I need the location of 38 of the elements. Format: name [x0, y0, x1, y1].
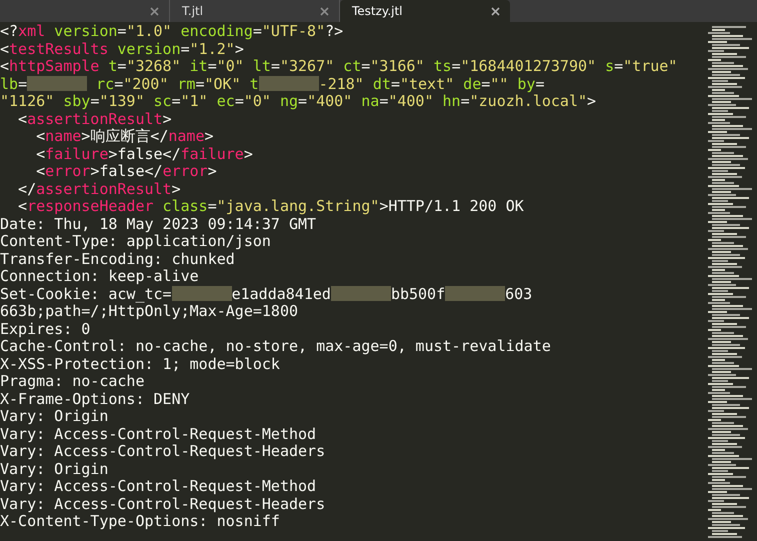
code-line: Vary: Origin	[0, 460, 108, 478]
code-line: Pragma: no-cache	[0, 373, 144, 390]
code-line: Vary: Access-Control-Request-Method	[0, 478, 316, 496]
code-line: 663b;path=/;HttpOnly;Max-Age=1800	[0, 303, 298, 320]
redacted-block	[330, 286, 391, 300]
close-icon[interactable]	[491, 6, 500, 16]
code-line: </assertionResult>	[17, 180, 181, 198]
redacted-block	[258, 76, 319, 90]
code-line: Vary: Access-Control-Request-Headers	[0, 496, 326, 513]
close-icon[interactable]	[150, 6, 159, 16]
redacted-block	[172, 286, 232, 300]
code-line: Date: Thu, 18 May 2023 09:14:37 GMT	[0, 216, 316, 233]
code-line: Expires: 0	[0, 320, 90, 338]
code-line: Content-Type: application/json	[0, 233, 271, 250]
code-line: lb= rc="200" rm="OK" t -218" dt="text" de="" by=	[0, 76, 544, 93]
code-line: <error>false</error>	[35, 163, 217, 180]
code-line: <assertionResult>	[17, 110, 172, 128]
code-line: <responseHeader class="java.lang.String">HTTP/1.1 200 OK	[17, 198, 524, 216]
file-tab[interactable]: Testzy.jtl	[340, 0, 510, 22]
redacted-block	[445, 286, 506, 300]
code-line: Set-Cookie: acw_tc= e1adda841ed bb500f 603	[0, 286, 532, 303]
code-line: <testResults version="1.2">	[0, 40, 244, 58]
code-line: Cache-Control: no-cache, no-store, max-age=0, must-revalidate	[0, 338, 551, 356]
code-line: X-Frame-Options: DENY	[0, 390, 190, 408]
redacted-block	[27, 76, 88, 90]
code-line: X-XSS-Protection: 1; mode=block	[0, 356, 280, 373]
code-line: Connection: keep-alive	[0, 268, 199, 286]
code-line: <?xml version="1.0" encoding="UTF-8"?>	[0, 23, 344, 40]
close-icon[interactable]	[320, 6, 329, 16]
code-line: Vary: Access-Control-Request-Headers	[0, 443, 326, 460]
code-line: Transfer-Encoding: chunked	[0, 250, 235, 268]
code-line: <httpSample t="3268" it="0" lt="3267" ct="3166" ts="1684401273790" s="true"	[0, 58, 678, 76]
code-line: <name>响应断言</name>	[35, 128, 214, 146]
code-line: Vary: Access-Control-Request-Method	[0, 426, 316, 443]
code-line: <failure>false</failure>	[35, 146, 253, 163]
code-line: X-Content-Type-Options: nosniff	[0, 513, 280, 530]
code-line: Vary: Origin	[0, 408, 108, 426]
code-line: "1126" sby="139" sc="1" ec="0" ng="400" na="400" hn="zuozh.local">	[0, 93, 596, 110]
